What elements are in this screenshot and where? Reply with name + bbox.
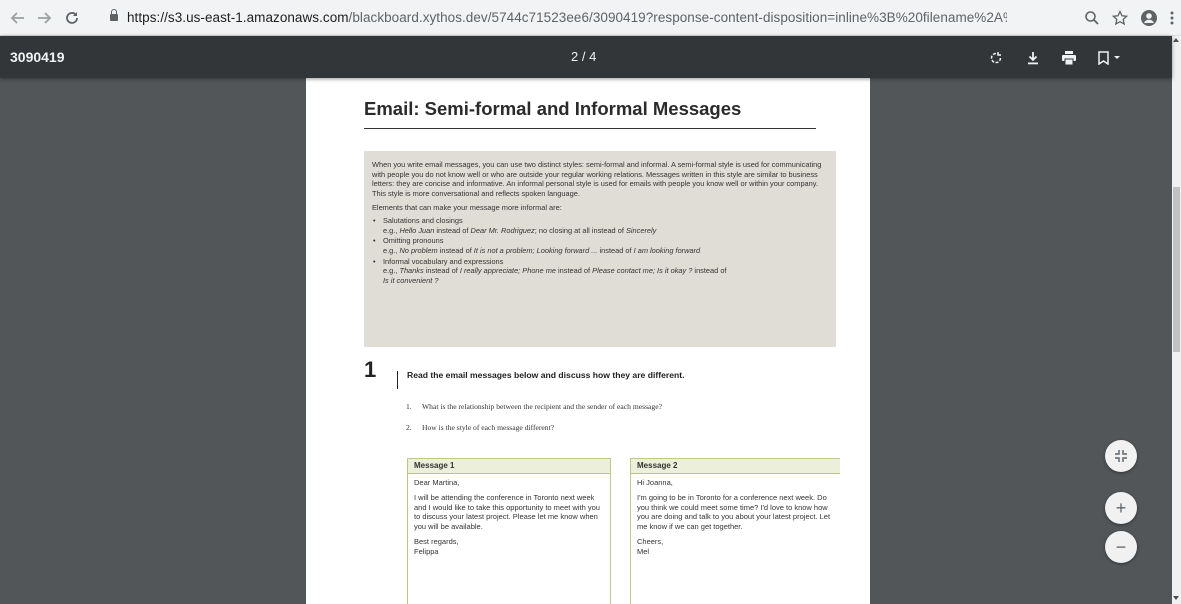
scroll-up-icon[interactable] — [1173, 38, 1179, 42]
print-icon[interactable] — [1058, 47, 1080, 69]
document-title: 3090419 — [10, 49, 65, 65]
page-indicator: 2 / 4 — [571, 49, 597, 64]
info-box: When you write email messages, you can u… — [364, 151, 836, 347]
download-icon[interactable] — [1022, 47, 1044, 69]
bookmark-menu-icon[interactable] — [1094, 47, 1126, 69]
elements-lead: Elements that can make your message more… — [372, 202, 562, 212]
url-text: https://s3.us-east-1.amazonaws.com/black… — [127, 10, 1007, 25]
message-body: I'm going to be in Toronto for a confere… — [637, 492, 831, 531]
list-item: Omitting pronouns e.g., No problem inste… — [372, 236, 828, 255]
url-field[interactable]: https://s3.us-east-1.amazonaws.com/black… — [94, 4, 1119, 32]
section-number: 1 — [364, 357, 377, 382]
message-signature: Mel — [637, 546, 650, 556]
question-item: 2. How is the style of each message diffe… — [406, 423, 555, 432]
zoom-in-button[interactable]: + — [1105, 492, 1137, 524]
message-closing: Cheers, — [637, 536, 664, 546]
fit-page-icon — [1115, 450, 1127, 462]
profile-avatar-icon[interactable] — [1137, 6, 1161, 30]
intro-text: When you write email messages, you can u… — [372, 160, 822, 198]
list-item: Informal vocabulary and expressions e.g.… — [372, 257, 828, 286]
forward-arrow-icon[interactable] — [32, 6, 56, 30]
bookmark-star-icon[interactable] — [1108, 6, 1132, 30]
section-instruction: Read the email messages below and discus… — [407, 370, 685, 380]
scroll-down-icon[interactable] — [1173, 596, 1179, 600]
fit-page-button[interactable] — [1105, 440, 1137, 472]
message-closing: Best regards, — [414, 536, 459, 546]
reload-icon[interactable] — [60, 6, 84, 30]
pdf-page: Email: Semi-formal and Informal Messages… — [306, 78, 870, 604]
message-box-1: Message 1 Dear Martina, I will be attend… — [407, 458, 611, 604]
zoom-out-button[interactable]: − — [1105, 531, 1137, 563]
back-arrow-icon[interactable] — [6, 6, 30, 30]
text-cursor — [397, 371, 398, 389]
kebab-menu-icon[interactable] — [1160, 6, 1181, 30]
message-title: Message 1 — [408, 459, 610, 474]
rotate-icon[interactable] — [985, 47, 1007, 69]
page-heading: Email: Semi-formal and Informal Messages — [364, 98, 742, 119]
message-title: Message 2 — [631, 459, 840, 474]
message-greeting: Dear Martina, — [414, 478, 460, 487]
question-item: 1. What is the relationship between the r… — [406, 402, 662, 411]
message-box-2: Message 2 Hi Joanna, I'm going to be in … — [630, 458, 840, 604]
list-item: Salutations and closings e.g., Hello Jua… — [372, 216, 828, 235]
heading-rule — [364, 128, 816, 129]
message-body: I will be attending the conference in To… — [414, 492, 600, 531]
zoom-magnifier-icon[interactable] — [1080, 6, 1104, 30]
lock-icon — [110, 9, 118, 22]
message-greeting: Hi Joanna, — [637, 478, 673, 487]
scroll-thumb[interactable] — [1173, 187, 1180, 352]
elements-list: Salutations and closings e.g., Hello Jua… — [372, 216, 828, 285]
message-signature: Felippa — [414, 546, 439, 556]
browser-address-bar: https://s3.us-east-1.amazonaws.com/black… — [0, 0, 1181, 36]
pdf-viewer[interactable]: Email: Semi-formal and Informal Messages… — [0, 78, 1172, 604]
page-scrollbar[interactable] — [1172, 36, 1181, 604]
pdf-toolbar: 3090419 2 / 4 — [0, 36, 1172, 78]
